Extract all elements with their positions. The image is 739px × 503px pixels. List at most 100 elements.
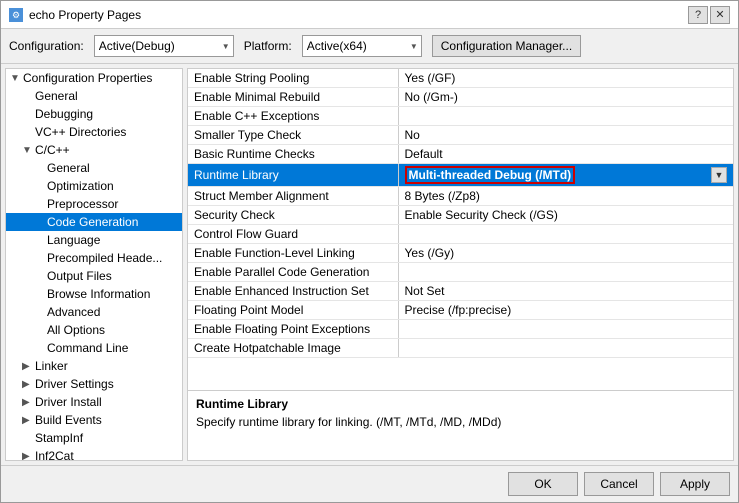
table-row[interactable]: Enable C++ Exceptions bbox=[188, 107, 733, 126]
tree-label: Browse Information bbox=[47, 287, 150, 301]
expand-icon-config-props: ▼ bbox=[10, 73, 20, 84]
props-table: Enable String Pooling Yes (/GF) Enable M… bbox=[188, 69, 733, 390]
tree-item-vc-dirs[interactable]: VC++ Directories bbox=[6, 123, 182, 141]
expand-icon-debugging bbox=[22, 109, 32, 120]
expand-icon-vc-dirs bbox=[22, 127, 32, 138]
close-button[interactable]: ✕ bbox=[710, 6, 730, 24]
prop-value: Default bbox=[398, 145, 733, 164]
tree-label: All Options bbox=[47, 323, 105, 337]
platform-select[interactable]: Active(x64) bbox=[302, 35, 422, 57]
prop-name: Smaller Type Check bbox=[188, 126, 398, 145]
table-row-runtime-library[interactable]: Runtime Library Multi-threaded Debug (/M… bbox=[188, 164, 733, 187]
tree-item-cpp-general[interactable]: General bbox=[6, 159, 182, 177]
tree-item-debugging[interactable]: Debugging bbox=[6, 105, 182, 123]
main-content: ▼ Configuration Properties General Debug… bbox=[1, 64, 738, 465]
prop-name: Create Hotpatchable Image bbox=[188, 339, 398, 358]
tree-item-advanced[interactable]: Advanced bbox=[6, 303, 182, 321]
tree-item-driver-install[interactable]: ▶ Driver Install bbox=[6, 393, 182, 411]
prop-name: Enable String Pooling bbox=[188, 69, 398, 88]
dropdown-arrow[interactable]: ▼ bbox=[711, 167, 727, 183]
expand-icon-driver-install: ▶ bbox=[22, 397, 32, 408]
platform-label: Platform: bbox=[244, 39, 292, 53]
tree-item-cpp[interactable]: ▼ C/C++ bbox=[6, 141, 182, 159]
prop-name-runtime: Runtime Library bbox=[188, 164, 398, 187]
cancel-button[interactable]: Cancel bbox=[584, 472, 654, 496]
title-bar: ⚙ echo Property Pages ? ✕ bbox=[1, 1, 738, 29]
tree-item-output-files[interactable]: Output Files bbox=[6, 267, 182, 285]
tree-label: Advanced bbox=[47, 305, 100, 319]
tree-label: General bbox=[47, 161, 90, 175]
table-row[interactable]: Create Hotpatchable Image bbox=[188, 339, 733, 358]
tree-item-browse-info[interactable]: Browse Information bbox=[6, 285, 182, 303]
apply-button[interactable]: Apply bbox=[660, 472, 730, 496]
tree-item-command-line[interactable]: Command Line bbox=[6, 339, 182, 357]
prop-value: Yes (/GF) bbox=[398, 69, 733, 88]
table-row[interactable]: Floating Point Model Precise (/fp:precis… bbox=[188, 301, 733, 320]
prop-name: Enable Parallel Code Generation bbox=[188, 263, 398, 282]
app-icon: ⚙ bbox=[9, 8, 23, 22]
prop-name: Enable Minimal Rebuild bbox=[188, 88, 398, 107]
expand-icon-language bbox=[34, 235, 44, 246]
expand-icon-preprocessor bbox=[34, 199, 44, 210]
tree-item-code-generation[interactable]: Code Generation bbox=[6, 213, 182, 231]
prop-name: Security Check bbox=[188, 206, 398, 225]
tree-item-language[interactable]: Language bbox=[6, 231, 182, 249]
prop-value: Precise (/fp:precise) bbox=[398, 301, 733, 320]
prop-name: Struct Member Alignment bbox=[188, 187, 398, 206]
dialog: ⚙ echo Property Pages ? ✕ Configuration:… bbox=[0, 0, 739, 503]
tree-item-inf2cat[interactable]: ▶ Inf2Cat bbox=[6, 447, 182, 461]
table-row[interactable]: Enable Floating Point Exceptions bbox=[188, 320, 733, 339]
tree-label: VC++ Directories bbox=[35, 125, 126, 139]
prop-value-runtime: Multi-threaded Debug (/MTd) ▼ bbox=[398, 164, 733, 187]
help-button[interactable]: ? bbox=[688, 6, 708, 24]
tree-item-stampinf[interactable]: StampInf bbox=[6, 429, 182, 447]
config-select-wrapper[interactable]: Active(Debug) bbox=[94, 35, 234, 57]
tree-label: Driver Install bbox=[35, 395, 102, 409]
expand-icon-build-events: ▶ bbox=[22, 415, 32, 426]
prop-value: Not Set bbox=[398, 282, 733, 301]
table-row[interactable]: Smaller Type Check No bbox=[188, 126, 733, 145]
prop-value: Enable Security Check (/GS) bbox=[398, 206, 733, 225]
table-row[interactable]: Security Check Enable Security Check (/G… bbox=[188, 206, 733, 225]
config-manager-button[interactable]: Configuration Manager... bbox=[432, 35, 581, 57]
config-select[interactable]: Active(Debug) bbox=[94, 35, 234, 57]
table-row[interactable]: Enable Parallel Code Generation bbox=[188, 263, 733, 282]
prop-value bbox=[398, 263, 733, 282]
tree-item-linker[interactable]: ▶ Linker bbox=[6, 357, 182, 375]
info-title: Runtime Library bbox=[196, 397, 725, 411]
title-bar-buttons: ? ✕ bbox=[688, 6, 730, 24]
table-row[interactable]: Enable Function-Level Linking Yes (/Gy) bbox=[188, 244, 733, 263]
tree-item-config-props[interactable]: ▼ Configuration Properties bbox=[6, 69, 182, 87]
properties-table: Enable String Pooling Yes (/GF) Enable M… bbox=[188, 69, 733, 358]
platform-select-wrapper[interactable]: Active(x64) bbox=[302, 35, 422, 57]
tree-item-general[interactable]: General bbox=[6, 87, 182, 105]
table-row[interactable]: Enable Enhanced Instruction Set Not Set bbox=[188, 282, 733, 301]
prop-name: Enable Floating Point Exceptions bbox=[188, 320, 398, 339]
table-row[interactable]: Enable Minimal Rebuild No (/Gm-) bbox=[188, 88, 733, 107]
tree-label: Code Generation bbox=[47, 215, 138, 229]
tree-panel: ▼ Configuration Properties General Debug… bbox=[5, 68, 183, 461]
expand-icon-precompiled bbox=[34, 253, 44, 264]
table-row[interactable]: Enable String Pooling Yes (/GF) bbox=[188, 69, 733, 88]
tree-item-optimization[interactable]: Optimization bbox=[6, 177, 182, 195]
title-bar-left: ⚙ echo Property Pages bbox=[9, 8, 141, 22]
tree-item-all-options[interactable]: All Options bbox=[6, 321, 182, 339]
tree-item-precompiled[interactable]: Precompiled Heade... bbox=[6, 249, 182, 267]
expand-icon-cpp: ▼ bbox=[22, 145, 32, 156]
prop-name: Control Flow Guard bbox=[188, 225, 398, 244]
expand-icon-cpp-general bbox=[34, 163, 44, 174]
expand-icon-stampinf bbox=[22, 433, 32, 444]
tree-label: Language bbox=[47, 233, 100, 247]
tree-item-preprocessor[interactable]: Preprocessor bbox=[6, 195, 182, 213]
tree-label: Driver Settings bbox=[35, 377, 114, 391]
ok-button[interactable]: OK bbox=[508, 472, 578, 496]
tree-label: Optimization bbox=[47, 179, 114, 193]
table-row[interactable]: Basic Runtime Checks Default bbox=[188, 145, 733, 164]
info-panel: Runtime Library Specify runtime library … bbox=[188, 390, 733, 460]
table-row[interactable]: Control Flow Guard bbox=[188, 225, 733, 244]
prop-name: Enable Enhanced Instruction Set bbox=[188, 282, 398, 301]
tree-item-driver-settings[interactable]: ▶ Driver Settings bbox=[6, 375, 182, 393]
prop-name: Enable C++ Exceptions bbox=[188, 107, 398, 126]
table-row[interactable]: Struct Member Alignment 8 Bytes (/Zp8) bbox=[188, 187, 733, 206]
tree-item-build-events[interactable]: ▶ Build Events bbox=[6, 411, 182, 429]
